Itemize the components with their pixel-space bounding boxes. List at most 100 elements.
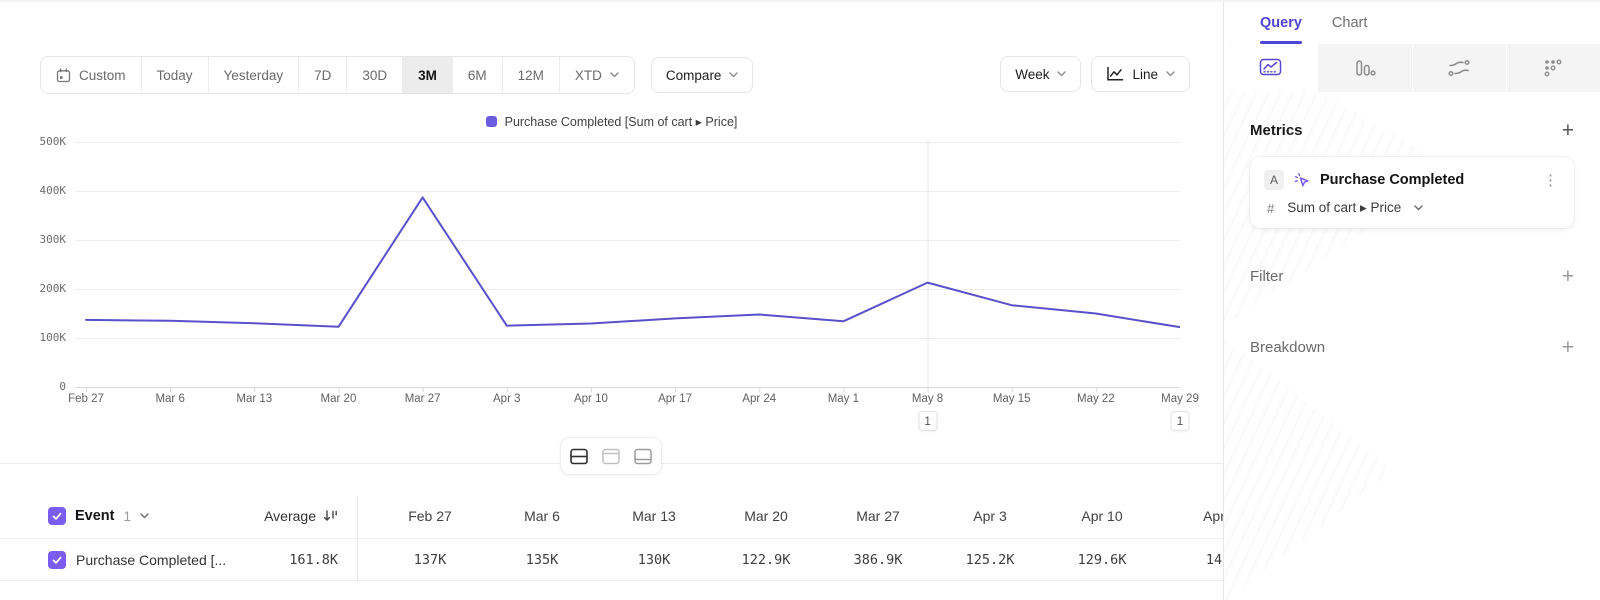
- row-checkbox[interactable]: [48, 551, 66, 569]
- x-axis-tick-label: May 1: [828, 393, 859, 405]
- event-column-header: Event 1: [48, 494, 149, 538]
- chevron-down-icon: [610, 72, 619, 78]
- range-3m[interactable]: 3M: [403, 57, 453, 93]
- y-axis-tick-label: 100K: [0, 331, 66, 344]
- app-frame: Custom Today Yesterday 7D 30D 3M 6M 12M XTD Comp…: [0, 0, 1600, 600]
- compare-button[interactable]: Compare: [651, 57, 754, 93]
- chart-controls: Week Line: [1000, 56, 1190, 92]
- table-column-header[interactable]: Mar 6: [486, 494, 598, 538]
- range-label: 6M: [468, 68, 487, 83]
- series-line: [86, 197, 1180, 327]
- interval-label: Week: [1015, 67, 1049, 82]
- y-axis-tick-label: 200K: [0, 282, 66, 295]
- range-custom[interactable]: Custom: [41, 57, 142, 93]
- x-axis-tick-label: Feb 27: [68, 393, 104, 405]
- x-axis-tick-label: Apr 17: [658, 393, 692, 405]
- y-axis-tick-label: 0: [0, 380, 66, 393]
- x-axis-tick-label: May 15: [993, 393, 1031, 405]
- average-column-header[interactable]: Average: [210, 494, 338, 538]
- table-column-header[interactable]: Apr 10: [1046, 494, 1158, 538]
- flows-icon[interactable]: [1413, 44, 1506, 92]
- split-view-button[interactable]: [564, 441, 594, 471]
- date-range-group: Custom Today Yesterday 7D 30D 3M 6M 12M XTD: [40, 56, 635, 94]
- bar-chart-icon[interactable]: [1318, 44, 1411, 92]
- average-label: Average: [264, 508, 316, 524]
- interval-select[interactable]: Week: [1000, 56, 1081, 92]
- table-cell-value: 122.9K: [710, 539, 822, 580]
- annotation-badge[interactable]: 1: [918, 411, 937, 431]
- chevron-down-icon[interactable]: [140, 513, 149, 519]
- range-7d[interactable]: 7D: [299, 57, 347, 93]
- x-axis-tick-label: May 22: [1077, 393, 1115, 405]
- x-axis-tick-label: Apr 10: [574, 393, 608, 405]
- table-column-header[interactable]: Apr 3: [934, 494, 1046, 538]
- insights-line-chart-icon[interactable]: [1224, 44, 1317, 92]
- filter-title: Filter: [1250, 268, 1283, 285]
- table-date-headers: Feb 27Mar 6Mar 13Mar 20Mar 27Apr 3Apr 10…: [374, 494, 1223, 538]
- table-row-values: 137K135K130K122.9K386.9K125.2K129.6K14: [374, 539, 1223, 580]
- kebab-menu-icon[interactable]: ⋮: [1541, 171, 1560, 189]
- tab-chart[interactable]: Chart: [1332, 2, 1367, 44]
- range-yesterday[interactable]: Yesterday: [209, 57, 300, 93]
- row-average-value: 161.8K: [210, 539, 338, 580]
- x-axis-tick-label: May 8: [912, 393, 943, 405]
- range-xtd[interactable]: XTD: [560, 57, 634, 93]
- range-today[interactable]: Today: [142, 57, 209, 93]
- add-metric-button[interactable]: +: [1562, 120, 1574, 141]
- retention-dots-icon[interactable]: [1507, 44, 1600, 92]
- tab-query-label: Query: [1260, 15, 1302, 31]
- chart-type-label: Line: [1132, 67, 1158, 82]
- metric-letter-badge: A: [1264, 170, 1284, 190]
- metrics-section-header: Metrics +: [1250, 120, 1574, 141]
- metric-card[interactable]: A Purchase Completed ⋮ # Sum of cart ▸ P…: [1250, 157, 1574, 228]
- legend-swatch: [486, 116, 497, 127]
- x-axis-tick-label: Mar 20: [321, 393, 357, 405]
- add-breakdown-button[interactable]: +: [1562, 337, 1574, 358]
- chevron-down-icon: [729, 72, 738, 78]
- range-label: Custom: [79, 68, 126, 83]
- range-label: 7D: [314, 68, 331, 83]
- metric-event-name: Purchase Completed: [1320, 172, 1532, 188]
- x-axis-tick-label: Apr 3: [493, 393, 521, 405]
- table-cell-value: 129.6K: [1046, 539, 1158, 580]
- table-cell-value: 125.2K: [934, 539, 1046, 580]
- table-bottom-border: [0, 580, 1223, 581]
- table-column-header[interactable]: Mar 13: [598, 494, 710, 538]
- table-column-header[interactable]: Mar 27: [822, 494, 934, 538]
- metric-aggregation-selector[interactable]: # Sum of cart ▸ Price: [1267, 200, 1560, 216]
- table-cell-value: 386.9K: [822, 539, 934, 580]
- chart-type-select[interactable]: Line: [1091, 56, 1190, 92]
- range-12m[interactable]: 12M: [503, 57, 560, 93]
- x-axis-labels: Feb 27Mar 6Mar 13Mar 20Mar 27Apr 3Apr 10…: [75, 393, 1180, 409]
- range-label: 3M: [418, 68, 437, 83]
- sidebar-tabs: Query Chart: [1224, 2, 1600, 44]
- range-label: 30D: [362, 68, 387, 83]
- range-label: Today: [157, 68, 193, 83]
- table-row: Purchase Completed [...: [48, 539, 226, 580]
- row-series-name[interactable]: Purchase Completed [...: [76, 552, 226, 568]
- line-chart-svg: [75, 142, 1180, 394]
- event-count: 1: [124, 509, 132, 524]
- table-column-header[interactable]: Mar 20: [710, 494, 822, 538]
- tab-query[interactable]: Query: [1260, 2, 1302, 44]
- chart-only-view-button[interactable]: [596, 441, 626, 471]
- event-checkbox[interactable]: [48, 507, 66, 525]
- range-30d[interactable]: 30D: [347, 57, 403, 93]
- compare-label: Compare: [666, 68, 722, 83]
- sort-icon: [323, 509, 338, 523]
- analysis-type-switcher: [1224, 44, 1600, 92]
- layout-toggle: [560, 437, 662, 475]
- table-cell-value: 130K: [598, 539, 710, 580]
- table-only-view-button[interactable]: [628, 441, 658, 471]
- chart-legend: Purchase Completed [Sum of cart ▸ Price]: [0, 114, 1223, 129]
- range-6m[interactable]: 6M: [453, 57, 503, 93]
- table-column-header[interactable]: Feb 27: [374, 494, 486, 538]
- table-column-header[interactable]: Apr: [1158, 494, 1223, 538]
- line-chart-icon: [1106, 66, 1124, 82]
- query-sidebar: Query Chart Metrics + A: [1223, 2, 1600, 600]
- range-label: XTD: [575, 68, 602, 83]
- breakdown-section-header: Breakdown +: [1250, 337, 1574, 358]
- annotation-badge[interactable]: 1: [1171, 411, 1190, 431]
- breakdown-title: Breakdown: [1250, 339, 1325, 356]
- add-filter-button[interactable]: +: [1562, 266, 1574, 287]
